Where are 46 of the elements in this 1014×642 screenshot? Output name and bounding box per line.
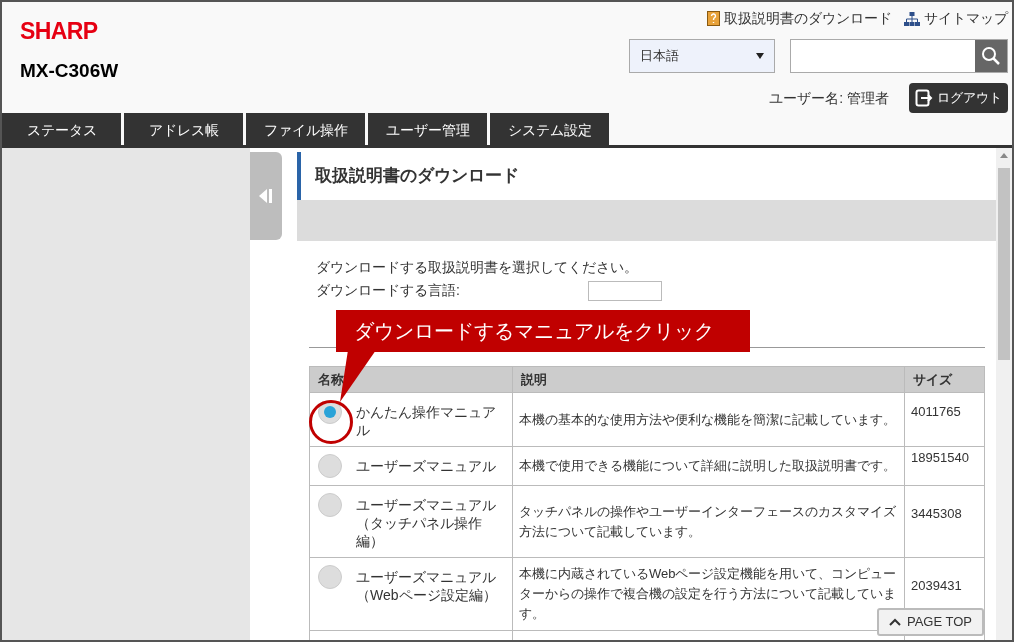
logout-button[interactable]: ログアウト <box>909 83 1008 113</box>
search-icon <box>981 46 1001 66</box>
model-name: MX-C306W <box>20 59 119 83</box>
nav-tab[interactable]: ユーザー管理 <box>368 113 487 148</box>
scrollbar[interactable] <box>996 148 1012 640</box>
scroll-up-icon <box>1000 153 1008 158</box>
manual-name: ユーザーズマニュアル（タッチパネル操作編） <box>356 496 497 550</box>
book-icon <box>707 11 720 26</box>
page-top-button[interactable]: PAGE TOP <box>876 608 984 636</box>
column-header: 名称 <box>309 366 513 393</box>
page-title: 取扱説明書のダウンロード <box>315 165 519 188</box>
logout-icon <box>915 89 933 107</box>
language-dropdown[interactable] <box>587 280 662 301</box>
instruction-text: ダウンロードする取扱説明書を選択してください。 <box>316 258 639 277</box>
caret-icon <box>756 53 764 59</box>
nav-tab[interactable]: ファイル操作 <box>246 113 365 148</box>
collapse-icon <box>258 188 274 204</box>
table-cell: 3445308 <box>904 485 985 558</box>
table-cell: 4011765 <box>904 392 985 447</box>
radio-button[interactable] <box>318 454 342 478</box>
manual-name: かんたん操作マニュアル <box>356 403 497 439</box>
search-button[interactable] <box>975 40 1007 72</box>
collapse-button[interactable] <box>250 152 282 240</box>
table-cell: タッチパネルの操作やユーザーインターフェースのカスタマイズ方法について記載しています。 <box>512 485 905 558</box>
radio-button[interactable] <box>318 565 342 589</box>
user-name: ユーザー名: 管理者 <box>769 88 889 108</box>
language-label: ダウンロードする言語: <box>316 281 460 300</box>
nav-tab[interactable]: アドレス帳 <box>124 113 243 148</box>
table-cell: 18951540 <box>904 446 985 486</box>
column-header: 説明 <box>512 366 905 393</box>
sitemap-icon <box>904 11 920 26</box>
column-header: サイズ <box>904 366 985 393</box>
language-select[interactable]: 日本語 <box>629 39 775 73</box>
table-cell: 本機の基本的な使用方法や便利な機能を簡潔に記載しています。 <box>512 392 905 447</box>
header-link[interactable]: 取扱説明書のダウンロード <box>724 8 892 29</box>
search-field[interactable] <box>790 39 1008 73</box>
radio-button[interactable] <box>318 493 342 517</box>
table-cell: 本機で使用できる機能について詳細に説明した取扱説明書です。 <box>512 446 905 486</box>
sharp-logo: SHARP <box>20 20 99 43</box>
scrollbar-thumb[interactable] <box>998 168 1010 360</box>
manual-name: ユーザーズマニュアル（Webページ設定編） <box>356 568 498 604</box>
nav-tab[interactable]: ステータス <box>2 113 121 148</box>
up-chevron-icon <box>888 618 901 626</box>
nav-tab[interactable]: システム設定 <box>490 113 609 148</box>
header-link[interactable]: サイトマップ <box>924 8 1008 29</box>
manual-name: ユーザーズマニュアル <box>356 457 497 476</box>
